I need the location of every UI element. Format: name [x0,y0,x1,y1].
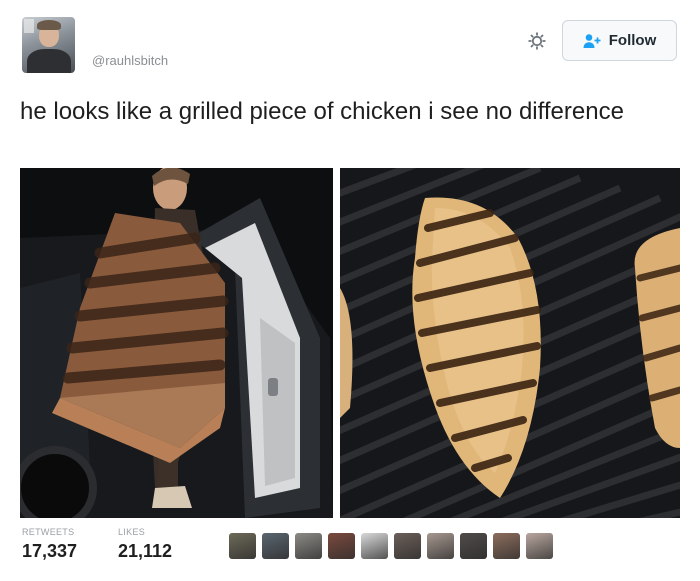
liker-avatar[interactable] [262,533,289,559]
liker-avatar[interactable] [361,533,388,559]
liker-avatar[interactable] [328,533,355,559]
add-user-icon [583,33,601,48]
likes-stat[interactable]: LIKES 21,112 [118,527,172,562]
tweet-text: he looks like a grilled piece of chicken… [20,98,624,125]
retweets-label: RETWEETS [22,527,75,537]
follow-button-label: Follow [608,32,657,49]
likes-count: 21,112 [118,541,173,561]
likes-label: LIKES [118,527,146,537]
follow-button[interactable]: Follow [562,20,677,61]
tweet-photo-chicken[interactable] [340,168,680,518]
liker-avatar[interactable] [460,533,487,559]
avatar-background [24,19,34,33]
retweets-count: 17,337 [22,541,78,561]
gear-icon[interactable] [527,31,547,51]
liker-avatar[interactable] [427,533,454,559]
person-photo-illustration [20,168,333,518]
chicken-photo-illustration [340,168,680,518]
retweets-stat[interactable]: RETWEETS 17,337 [22,527,77,562]
liker-avatar[interactable] [526,533,553,559]
tweet-photo-person[interactable] [20,168,333,518]
liker-avatars [229,533,553,559]
liker-avatar[interactable] [493,533,520,559]
avatar-shoulders [27,49,71,73]
liker-avatar[interactable] [229,533,256,559]
liker-avatar[interactable] [295,533,322,559]
avatar-hair [37,20,61,30]
author-avatar[interactable] [22,17,75,73]
liker-avatar[interactable] [394,533,421,559]
author-handle[interactable]: @rauhlsbitch [92,53,168,68]
